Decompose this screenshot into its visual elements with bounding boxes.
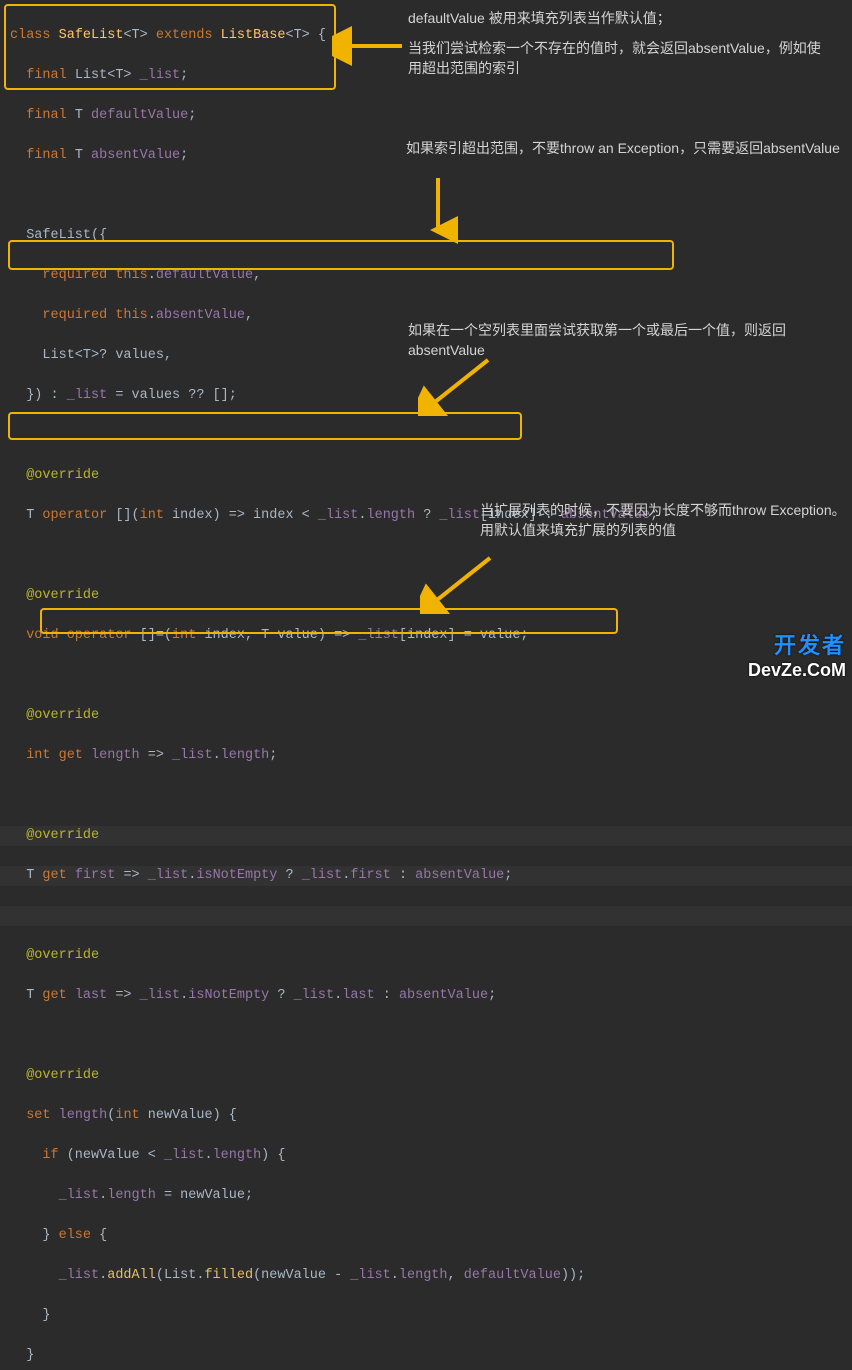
code-editor[interactable]: class SafeList<T> extends ListBase<T> { … bbox=[0, 0, 852, 1370]
code-line: }) : _list = values ?? []; bbox=[10, 386, 842, 406]
code-line: @override bbox=[10, 466, 842, 486]
code-line: } bbox=[10, 1306, 842, 1326]
annotation-text: 如果在一个空列表里面尝试获取第一个或最后一个值，则返回absentValue bbox=[408, 322, 786, 358]
code-line: @override bbox=[10, 946, 842, 966]
code-line: @override bbox=[10, 586, 842, 606]
annotation-text: defaultValue 被用来填充列表当作默认值； bbox=[408, 8, 828, 28]
annotation-default-absent: defaultValue 被用来填充列表当作默认值； 当我们尝试检索一个不存在的… bbox=[408, 8, 828, 78]
code-line: final T defaultValue; bbox=[10, 106, 842, 126]
code-line bbox=[10, 1026, 842, 1046]
code-line: } else { bbox=[10, 1226, 842, 1246]
code-line: @override bbox=[10, 826, 842, 846]
annotation-text: 当我们尝试检索一个不存在的值时，就会返回absentValue，例如使用超出范围… bbox=[408, 38, 828, 78]
code-line bbox=[10, 426, 842, 446]
code-line: int get length => _list.length; bbox=[10, 746, 842, 766]
code-line: if (newValue < _list.length) { bbox=[10, 1146, 842, 1166]
code-line: @override bbox=[10, 1066, 842, 1086]
annotation-index-range: 如果索引超出范围，不要throw an Exception，只需要返回absen… bbox=[406, 138, 846, 158]
code-line: SafeList({ bbox=[10, 226, 842, 246]
code-line: set length(int newValue) { bbox=[10, 1106, 842, 1126]
code-line: T get last => _list.isNotEmpty ? _list.l… bbox=[10, 986, 842, 1006]
code-line: } bbox=[10, 1346, 842, 1366]
annotation-text: 用默认值来填充扩展的列表的值 bbox=[480, 520, 850, 540]
annotation-text: 当扩展列表的时候，不要因为长度不够而throw Exception。 bbox=[480, 500, 850, 520]
code-line: _list.addAll(List.filled(newValue - _lis… bbox=[10, 1266, 842, 1286]
annotation-extend-list: 当扩展列表的时候，不要因为长度不够而throw Exception。 用默认值来… bbox=[480, 500, 850, 540]
code-line: T get first => _list.isNotEmpty ? _list.… bbox=[10, 866, 842, 886]
annotation-text: 如果索引超出范围，不要throw an Exception，只需要返回absen… bbox=[406, 140, 840, 156]
code-line: void operator []=(int index, T value) =>… bbox=[10, 626, 842, 646]
code-line bbox=[10, 786, 842, 806]
code-line bbox=[10, 906, 842, 926]
code-line: @override bbox=[10, 706, 842, 726]
code-line: _list.length = newValue; bbox=[10, 1186, 842, 1206]
code-line: required this.defaultValue, bbox=[10, 266, 842, 286]
code-line bbox=[10, 186, 842, 206]
code-line bbox=[10, 546, 842, 566]
annotation-empty-list: 如果在一个空列表里面尝试获取第一个或最后一个值，则返回absentValue bbox=[408, 320, 788, 360]
code-line bbox=[10, 666, 842, 686]
